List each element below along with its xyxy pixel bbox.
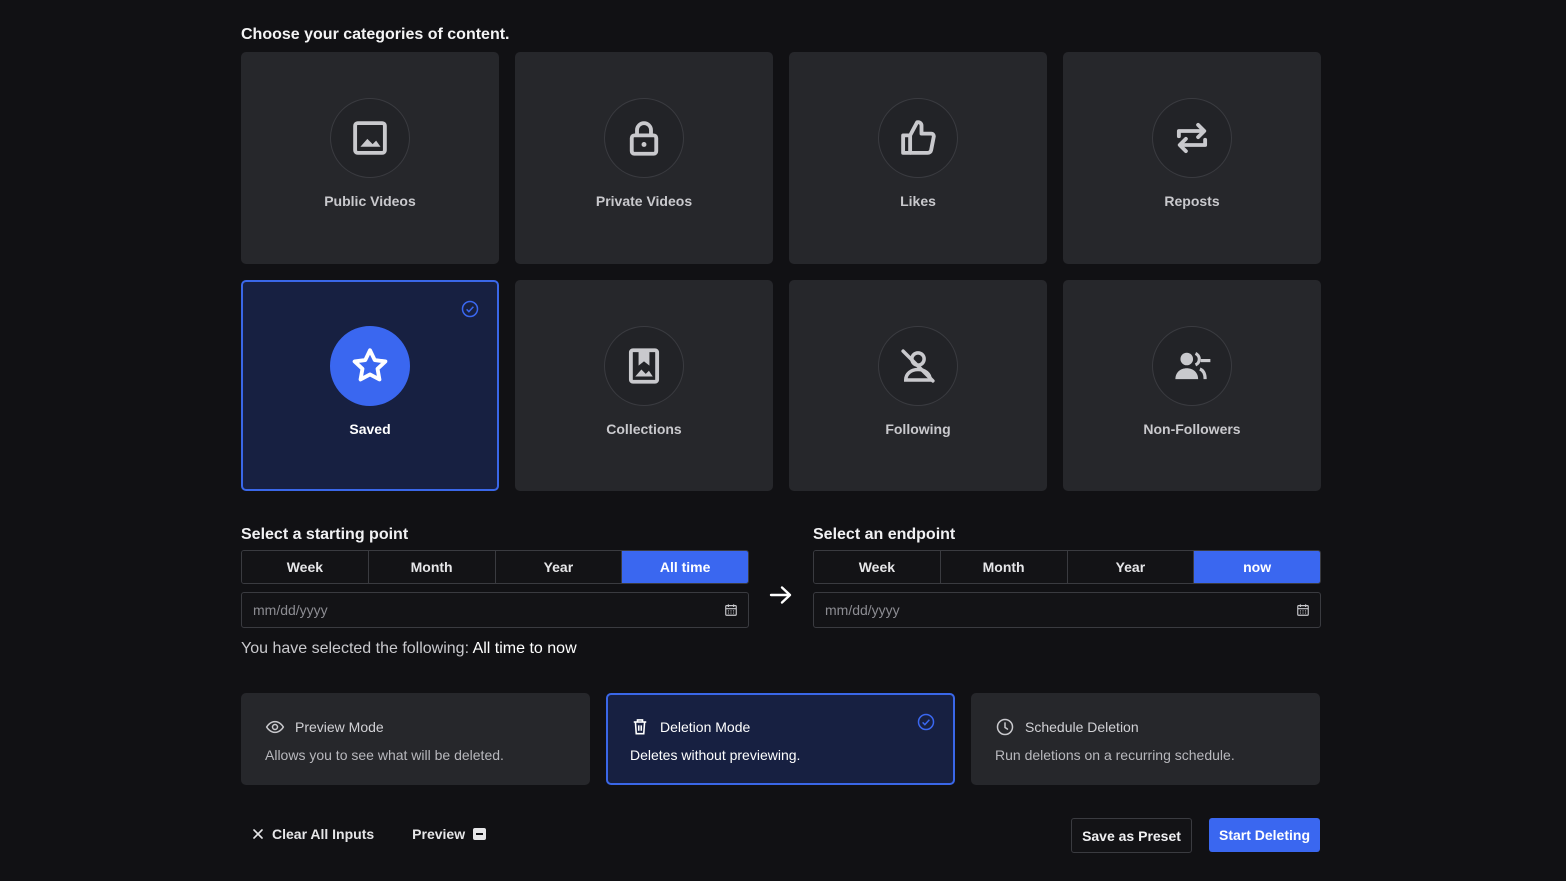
category-card-collections[interactable]: Collections	[515, 280, 773, 491]
user-off-icon	[878, 326, 958, 406]
check-circle-icon	[917, 713, 935, 731]
category-card-non-followers[interactable]: Non-Followers	[1063, 280, 1321, 491]
category-card-following[interactable]: Following	[789, 280, 1047, 491]
mode-card-schedule[interactable]: Schedule Deletion Run deletions on a rec…	[971, 693, 1320, 785]
category-label: Private Videos	[595, 193, 693, 209]
mode-description: Run deletions on a recurring schedule.	[995, 747, 1235, 763]
start-option-week[interactable]: Week	[242, 551, 369, 583]
category-card-private-videos[interactable]: Private Videos	[515, 52, 773, 264]
start-option-month[interactable]: Month	[368, 551, 496, 583]
thumbs-up-icon	[878, 98, 958, 178]
save-as-preset-button[interactable]: Save as Preset	[1071, 818, 1192, 853]
category-label: Non-Followers	[1143, 421, 1241, 437]
start-option-year[interactable]: Year	[495, 551, 623, 583]
category-grid: Public Videos Private Videos Likes Repos…	[241, 52, 1321, 491]
end-date-field	[813, 592, 1321, 628]
end-date-input[interactable]	[825, 602, 1225, 618]
page-heading: Choose your categories of content.	[241, 26, 510, 43]
category-card-saved[interactable]: Saved	[241, 280, 499, 491]
start-date-input[interactable]	[253, 602, 653, 618]
arrow-right-icon	[769, 586, 792, 604]
start-date-field	[241, 592, 749, 628]
category-card-public-videos[interactable]: Public Videos	[241, 52, 499, 264]
end-option-now[interactable]: now	[1194, 551, 1320, 583]
check-circle-icon	[461, 300, 479, 318]
start-range: Select a starting point Week Month Year …	[241, 526, 749, 628]
start-range-segment: Week Month Year All time	[241, 550, 749, 584]
category-label: Saved	[349, 421, 391, 437]
category-label: Following	[885, 421, 951, 437]
mode-card-deletion[interactable]: Deletion Mode Deletes without previewing…	[606, 693, 955, 785]
lock-icon	[604, 98, 684, 178]
end-range-segment: Week Month Year now	[813, 550, 1321, 584]
calendar-icon[interactable]	[724, 603, 738, 617]
star-icon	[330, 326, 410, 406]
category-card-likes[interactable]: Likes	[789, 52, 1047, 264]
mode-card-preview[interactable]: Preview Mode Allows you to see what will…	[241, 693, 590, 785]
footer-actions: Clear All Inputs Preview	[252, 826, 487, 842]
end-option-year[interactable]: Year	[1067, 551, 1195, 583]
mode-title: Preview Mode	[295, 719, 384, 735]
summary-prefix: You have selected the following:	[241, 640, 470, 657]
end-range-title: Select an endpoint	[813, 526, 956, 543]
clear-all-inputs-button[interactable]: Clear All Inputs	[252, 826, 374, 842]
category-card-reposts[interactable]: Reposts	[1063, 52, 1321, 264]
mode-title: Deletion Mode	[660, 719, 751, 735]
mode-options: Preview Mode Allows you to see what will…	[241, 693, 1321, 785]
selection-summary: You have selected the following: All tim…	[241, 640, 577, 658]
mode-title: Schedule Deletion	[1025, 719, 1139, 735]
end-range: Select an endpoint Week Month Year now	[813, 526, 1321, 628]
start-range-title: Select a starting point	[241, 526, 409, 543]
calendar-icon[interactable]	[1296, 603, 1310, 617]
end-option-month[interactable]: Month	[940, 551, 1068, 583]
summary-value: All time to now	[472, 640, 577, 657]
mode-description: Allows you to see what will be deleted.	[265, 747, 504, 763]
category-label: Reposts	[1164, 193, 1220, 209]
image-icon	[330, 98, 410, 178]
category-label: Collections	[606, 421, 682, 437]
preview-button[interactable]: Preview	[412, 826, 487, 842]
repost-icon	[1152, 98, 1232, 178]
clear-all-label: Clear All Inputs	[272, 826, 375, 842]
end-option-week[interactable]: Week	[814, 551, 941, 583]
start-option-all-time[interactable]: All time	[622, 551, 748, 583]
preview-label: Preview	[412, 826, 466, 842]
clock-icon	[996, 718, 1014, 736]
eye-icon	[265, 720, 285, 734]
close-icon	[253, 829, 263, 839]
preview-badge-icon	[473, 828, 487, 840]
category-label: Public Videos	[324, 193, 416, 209]
category-label: Likes	[900, 193, 936, 209]
users-minus-icon	[1152, 326, 1232, 406]
start-deleting-button[interactable]: Start Deleting	[1209, 818, 1320, 852]
trash-icon	[633, 719, 647, 735]
bookmark-image-icon	[604, 326, 684, 406]
mode-description: Deletes without previewing.	[630, 747, 801, 763]
